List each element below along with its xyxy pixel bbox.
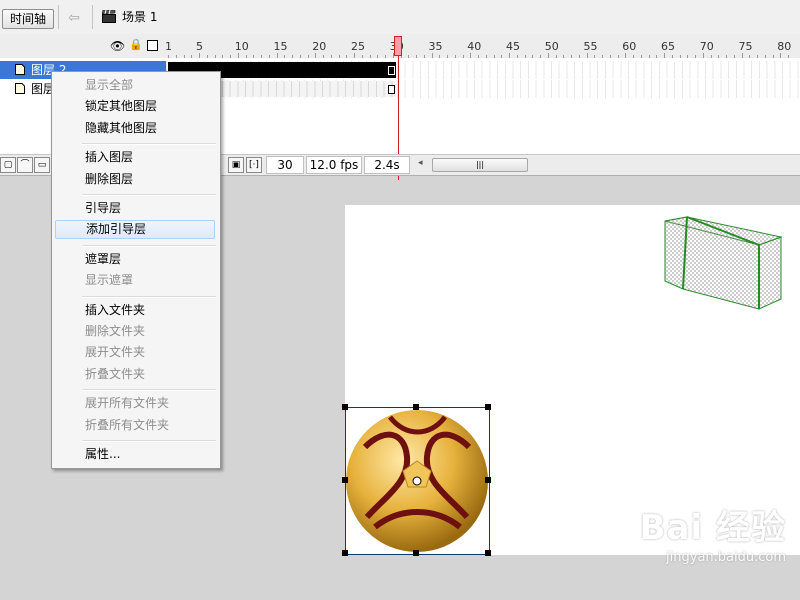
horizontal-scrollbar[interactable]: ||| [432,158,528,172]
menu-item[interactable]: 插入文件夹 [55,301,215,320]
ruler-label: 65 [661,40,675,53]
soccer-goal[interactable] [663,215,785,311]
menu-item: 显示遮罩 [85,273,134,288]
scroll-left-icon[interactable]: ◂ [418,158,423,168]
menu-item[interactable]: 属性... [55,445,215,464]
edit-multiple-frames-icon[interactable]: [·] [246,157,262,173]
ruler-label: 80 [777,40,792,53]
menu-separator [82,194,216,196]
menu-item[interactable]: 删除图层 [55,170,215,189]
soccer-ball[interactable] [345,407,490,555]
resize-handle[interactable] [342,404,348,410]
eye-icon[interactable]: 👁 [110,39,125,53]
clapperboard-icon [102,10,116,23]
menu-item: 删除文件夹 [85,324,146,338]
elapsed-time: 2.4s [364,156,410,174]
menu-separator [82,440,216,442]
resize-handle[interactable] [342,550,348,556]
timeline-toggle-button[interactable]: 时间轴 [2,9,54,29]
arrow-left-icon[interactable]: ⇦ [64,8,84,28]
ruler-label: 25 [351,40,365,53]
new-layer-icon[interactable]: ▢ [0,157,16,173]
current-frame: 30 [266,156,304,174]
layer-page-icon [15,83,25,94]
menu-item[interactable]: 添加引导层 [55,220,215,240]
frame-row[interactable] [166,61,800,79]
resize-handle[interactable] [413,550,419,556]
watermark-url: jingyan.baidu.com [666,550,786,565]
menu-item[interactable]: 引导层 [55,199,215,218]
new-folder-icon[interactable]: ▭ [34,157,50,173]
frame-row[interactable] [166,80,800,98]
scene-name[interactable]: 场景 1 [122,10,157,24]
stage-canvas[interactable] [342,205,800,556]
menu-item: 折叠所有文件夹 [85,417,170,432]
end-frame-marker [388,66,395,75]
frames-grid[interactable] [166,58,800,98]
menu-item[interactable]: 插入图层 [55,148,215,167]
watermark-logo: Bai 经验 [639,508,786,548]
playhead[interactable] [394,36,402,56]
resize-handle[interactable] [485,404,491,410]
onion-skin-icon[interactable]: ▣ [228,157,244,173]
toolbar-divider [58,5,59,29]
ruler-label: 70 [699,40,714,53]
layer-page-icon [15,64,25,75]
ruler-label: 20 [312,40,327,53]
ruler-label: 35 [428,40,443,53]
top-toolbar: 时间轴 ⇦ 场景 1 [0,0,800,35]
end-frame-marker [388,85,395,94]
resize-handle[interactable] [342,477,348,483]
menu-separator [82,244,216,247]
ruler-label: 45 [506,40,520,53]
ruler-label: 55 [583,40,598,53]
ruler-label: 15 [273,40,288,53]
outline-icon[interactable] [147,40,158,51]
ruler-label: 5 [196,40,203,53]
menu-item[interactable]: 锁定其他图层 [55,97,215,116]
resize-handle[interactable] [485,477,491,483]
menu-separator [82,295,216,298]
menu-separator [82,143,216,146]
ruler-label: 40 [467,40,482,53]
ruler-label: 60 [622,40,637,53]
ruler-label: 10 [234,40,249,53]
menu-item: 展开所有文件夹 [85,396,170,411]
ruler-label: 50 [544,40,559,53]
menu-separator [82,389,216,392]
ruler-label: 1 [165,40,172,53]
frame-ruler[interactable]: 15101520253035404550556065707580 [165,34,800,58]
menu-item[interactable]: 隐藏其他图层 [55,119,215,138]
watermark: Bai 经验 jingyan.baidu.com [640,508,786,565]
frame-rate[interactable]: 12.0 fps [306,156,362,174]
menu-item: 展开文件夹 [85,345,146,360]
menu-item[interactable]: 遮罩层 [55,250,215,269]
resize-handle[interactable] [413,404,419,410]
menu-item: 显示全部 [85,78,134,92]
layer-context-menu: 显示全部锁定其他图层 隐藏其他图层 插入图层删除图层引导层添加引导层遮罩层显示遮罩插… [51,71,221,469]
menu-item: 折叠文件夹 [85,366,146,381]
resize-handle[interactable] [485,550,491,556]
toolbar-divider [92,5,93,29]
add-guide-layer-icon[interactable]: ⌒ [17,157,33,173]
ruler-label: 75 [738,40,753,53]
lock-icon[interactable]: 🔒 [129,38,143,51]
